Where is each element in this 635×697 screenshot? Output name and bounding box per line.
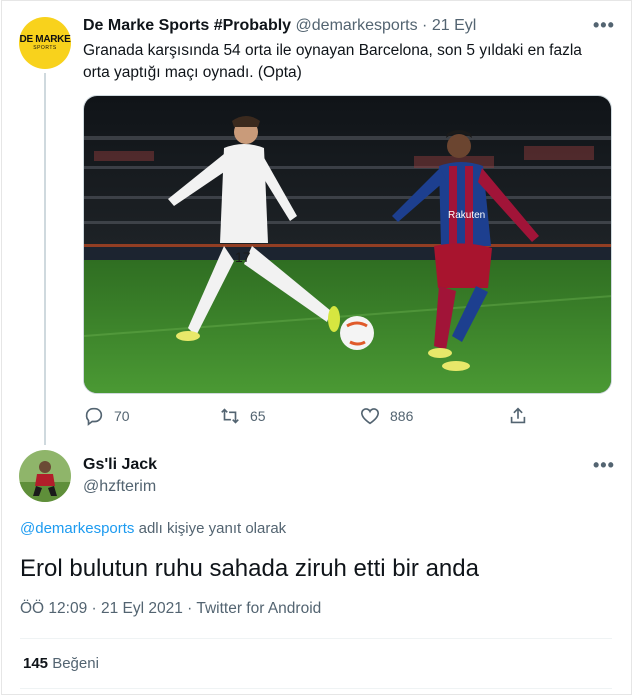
tweet1-photo[interactable]: 17 Rakuten (83, 95, 612, 394)
share-icon (510, 407, 526, 424)
like-button[interactable]: 886 (359, 405, 413, 427)
tweet1-dot: · (422, 17, 428, 34)
football-match-photo: 17 Rakuten (84, 96, 611, 393)
tweet1-display-name[interactable]: De Marke Sports #Probably (83, 17, 291, 34)
reply-count: 70 (114, 408, 130, 424)
tweet1-date[interactable]: 21 Eyl (432, 17, 476, 34)
reply-to-suffix: adlı kişiye yanıt olarak (134, 520, 287, 537)
tweet2-text: Erol bulutun ruhu sahada ziruh etti bir … (20, 555, 479, 582)
more-options-icon[interactable]: ••• (593, 16, 615, 34)
reply-button[interactable]: 70 (83, 405, 130, 427)
tweet2-like-stats[interactable]: 145 Beğeni (23, 655, 99, 672)
avatar-logo-line1: DE MARKE (19, 34, 71, 45)
avatar-demarke[interactable]: DE MARKE SPORTS (19, 17, 71, 69)
sponsor-label: Rakuten (448, 210, 485, 221)
reply-icon (85, 407, 103, 426)
more-options-icon[interactable]: ••• (593, 456, 615, 474)
tweet1-action-bar: 70 65 886 (83, 405, 528, 429)
like-count: 886 (390, 408, 414, 424)
divider (20, 638, 612, 639)
share-button[interactable] (507, 405, 538, 427)
avatar-photo (19, 450, 71, 502)
player-left-number: 17 (235, 249, 251, 265)
divider (20, 688, 612, 689)
thread-connector-line (44, 73, 46, 445)
tweet1-header: De Marke Sports #Probably @demarkesports… (83, 17, 476, 35)
avatar-logo-line2: SPORTS (33, 45, 57, 51)
tweet2-display-name[interactable]: Gs'li Jack (83, 456, 157, 474)
tweet1-text: Granada karşısında 54 orta ile oynayan B… (83, 42, 582, 81)
tweet2-like-count: 145 (23, 655, 49, 672)
tweet2-handle[interactable]: @hzfterim (83, 478, 156, 496)
tweet2-timestamp-source[interactable]: ÖÖ 12:09 · 21 Eyl 2021 · Twitter for And… (20, 600, 321, 618)
retweet-count: 65 (250, 408, 266, 424)
like-icon (360, 408, 380, 425)
tweet1-handle[interactable]: @demarkesports (296, 17, 418, 34)
tweet2-like-label: Beğeni (52, 655, 99, 672)
reply-to-mention-link[interactable]: @demarkesports (20, 520, 134, 537)
avatar-gsli-jack[interactable] (19, 450, 71, 502)
retweet-button[interactable]: 65 (219, 405, 266, 427)
retweet-icon (221, 408, 239, 424)
replying-to: @demarkesports adlı kişiye yanıt olarak (20, 520, 286, 537)
